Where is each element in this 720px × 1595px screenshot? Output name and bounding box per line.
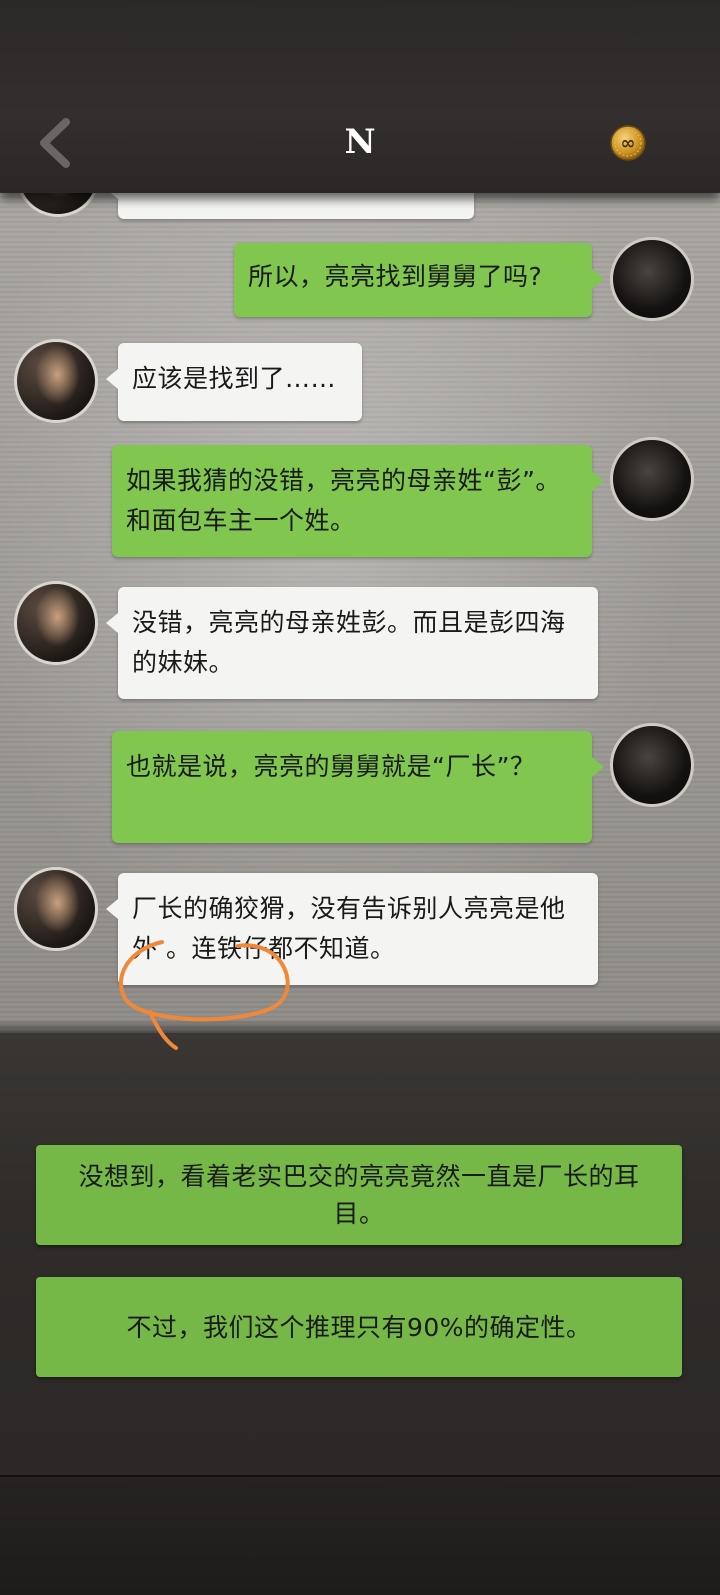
message-text: 也就是说，亮亮的舅舅就是“厂长”？ [126, 752, 536, 781]
message-bubble-npc: 应该是找到了…… [106, 343, 362, 421]
top-bar: N ∞ [0, 0, 720, 193]
bottom-bar [0, 1475, 720, 1595]
player-avatar [610, 723, 694, 807]
message-text: 如果我猜的没错，亮亮的母亲姓“彭”。和面包车主一个姓。 [126, 466, 561, 535]
message-text: 厂长的确狡猾，没有告诉别人亮亮是他外 。连铁仔都不知道。 [132, 894, 566, 963]
player-avatar [610, 437, 694, 521]
reply-option-button[interactable]: 不过，我们这个推理只有90%的确定性。 [36, 1277, 682, 1377]
npc-avatar [14, 339, 98, 423]
message-bubble-npc: 厂长的确狡猾，没有告诉别人亮亮是他外 。连铁仔都不知道。 [106, 873, 598, 985]
reply-option-button[interactable]: 没想到，看着老实巴交的亮亮竟然一直是厂长的耳目。 [36, 1145, 682, 1245]
reply-option-text: 没想到，看着老实巴交的亮亮竟然一直是厂长的耳目。 [78, 1162, 640, 1228]
message-bubble-player: 也就是说，亮亮的舅舅就是“厂长”？ [112, 731, 604, 843]
npc-avatar [14, 867, 98, 951]
reply-options-area: 没想到，看着老实巴交的亮亮竟然一直是厂长的耳目。 不过，我们这个推理只有90%的… [0, 1033, 720, 1475]
infinity-coin-icon: ∞ [610, 125, 646, 161]
message-text: 没错，亮亮的母亲姓彭。而且是彭四海的妹妹。 [132, 608, 566, 677]
message-bubble-player: 如果我猜的没错，亮亮的母亲姓“彭”。和面包车主一个姓。 [112, 445, 604, 557]
player-avatar [610, 237, 694, 321]
coin-symbol: ∞ [621, 133, 636, 154]
npc-avatar [16, 193, 100, 217]
chat-panel[interactable]: 所以，亮亮找到舅舅了吗? 应该是找到了…… 如果我猜的没错，亮亮的母亲姓“彭”。… [0, 193, 720, 1033]
npc-avatar [14, 581, 98, 665]
message-bubble-player: 所以，亮亮找到舅舅了吗? [234, 243, 604, 317]
message-bubble-npc: 没错，亮亮的母亲姓彭。而且是彭四海的妹妹。 [106, 587, 598, 699]
coin-button[interactable]: ∞ [609, 124, 647, 162]
reply-option-text: 不过，我们这个推理只有90%的确定性。 [126, 1312, 592, 1342]
message-bubble-partial [106, 193, 474, 219]
message-text: 所以，亮亮找到舅舅了吗? [248, 262, 543, 291]
message-text: 应该是找到了…… [132, 364, 337, 393]
